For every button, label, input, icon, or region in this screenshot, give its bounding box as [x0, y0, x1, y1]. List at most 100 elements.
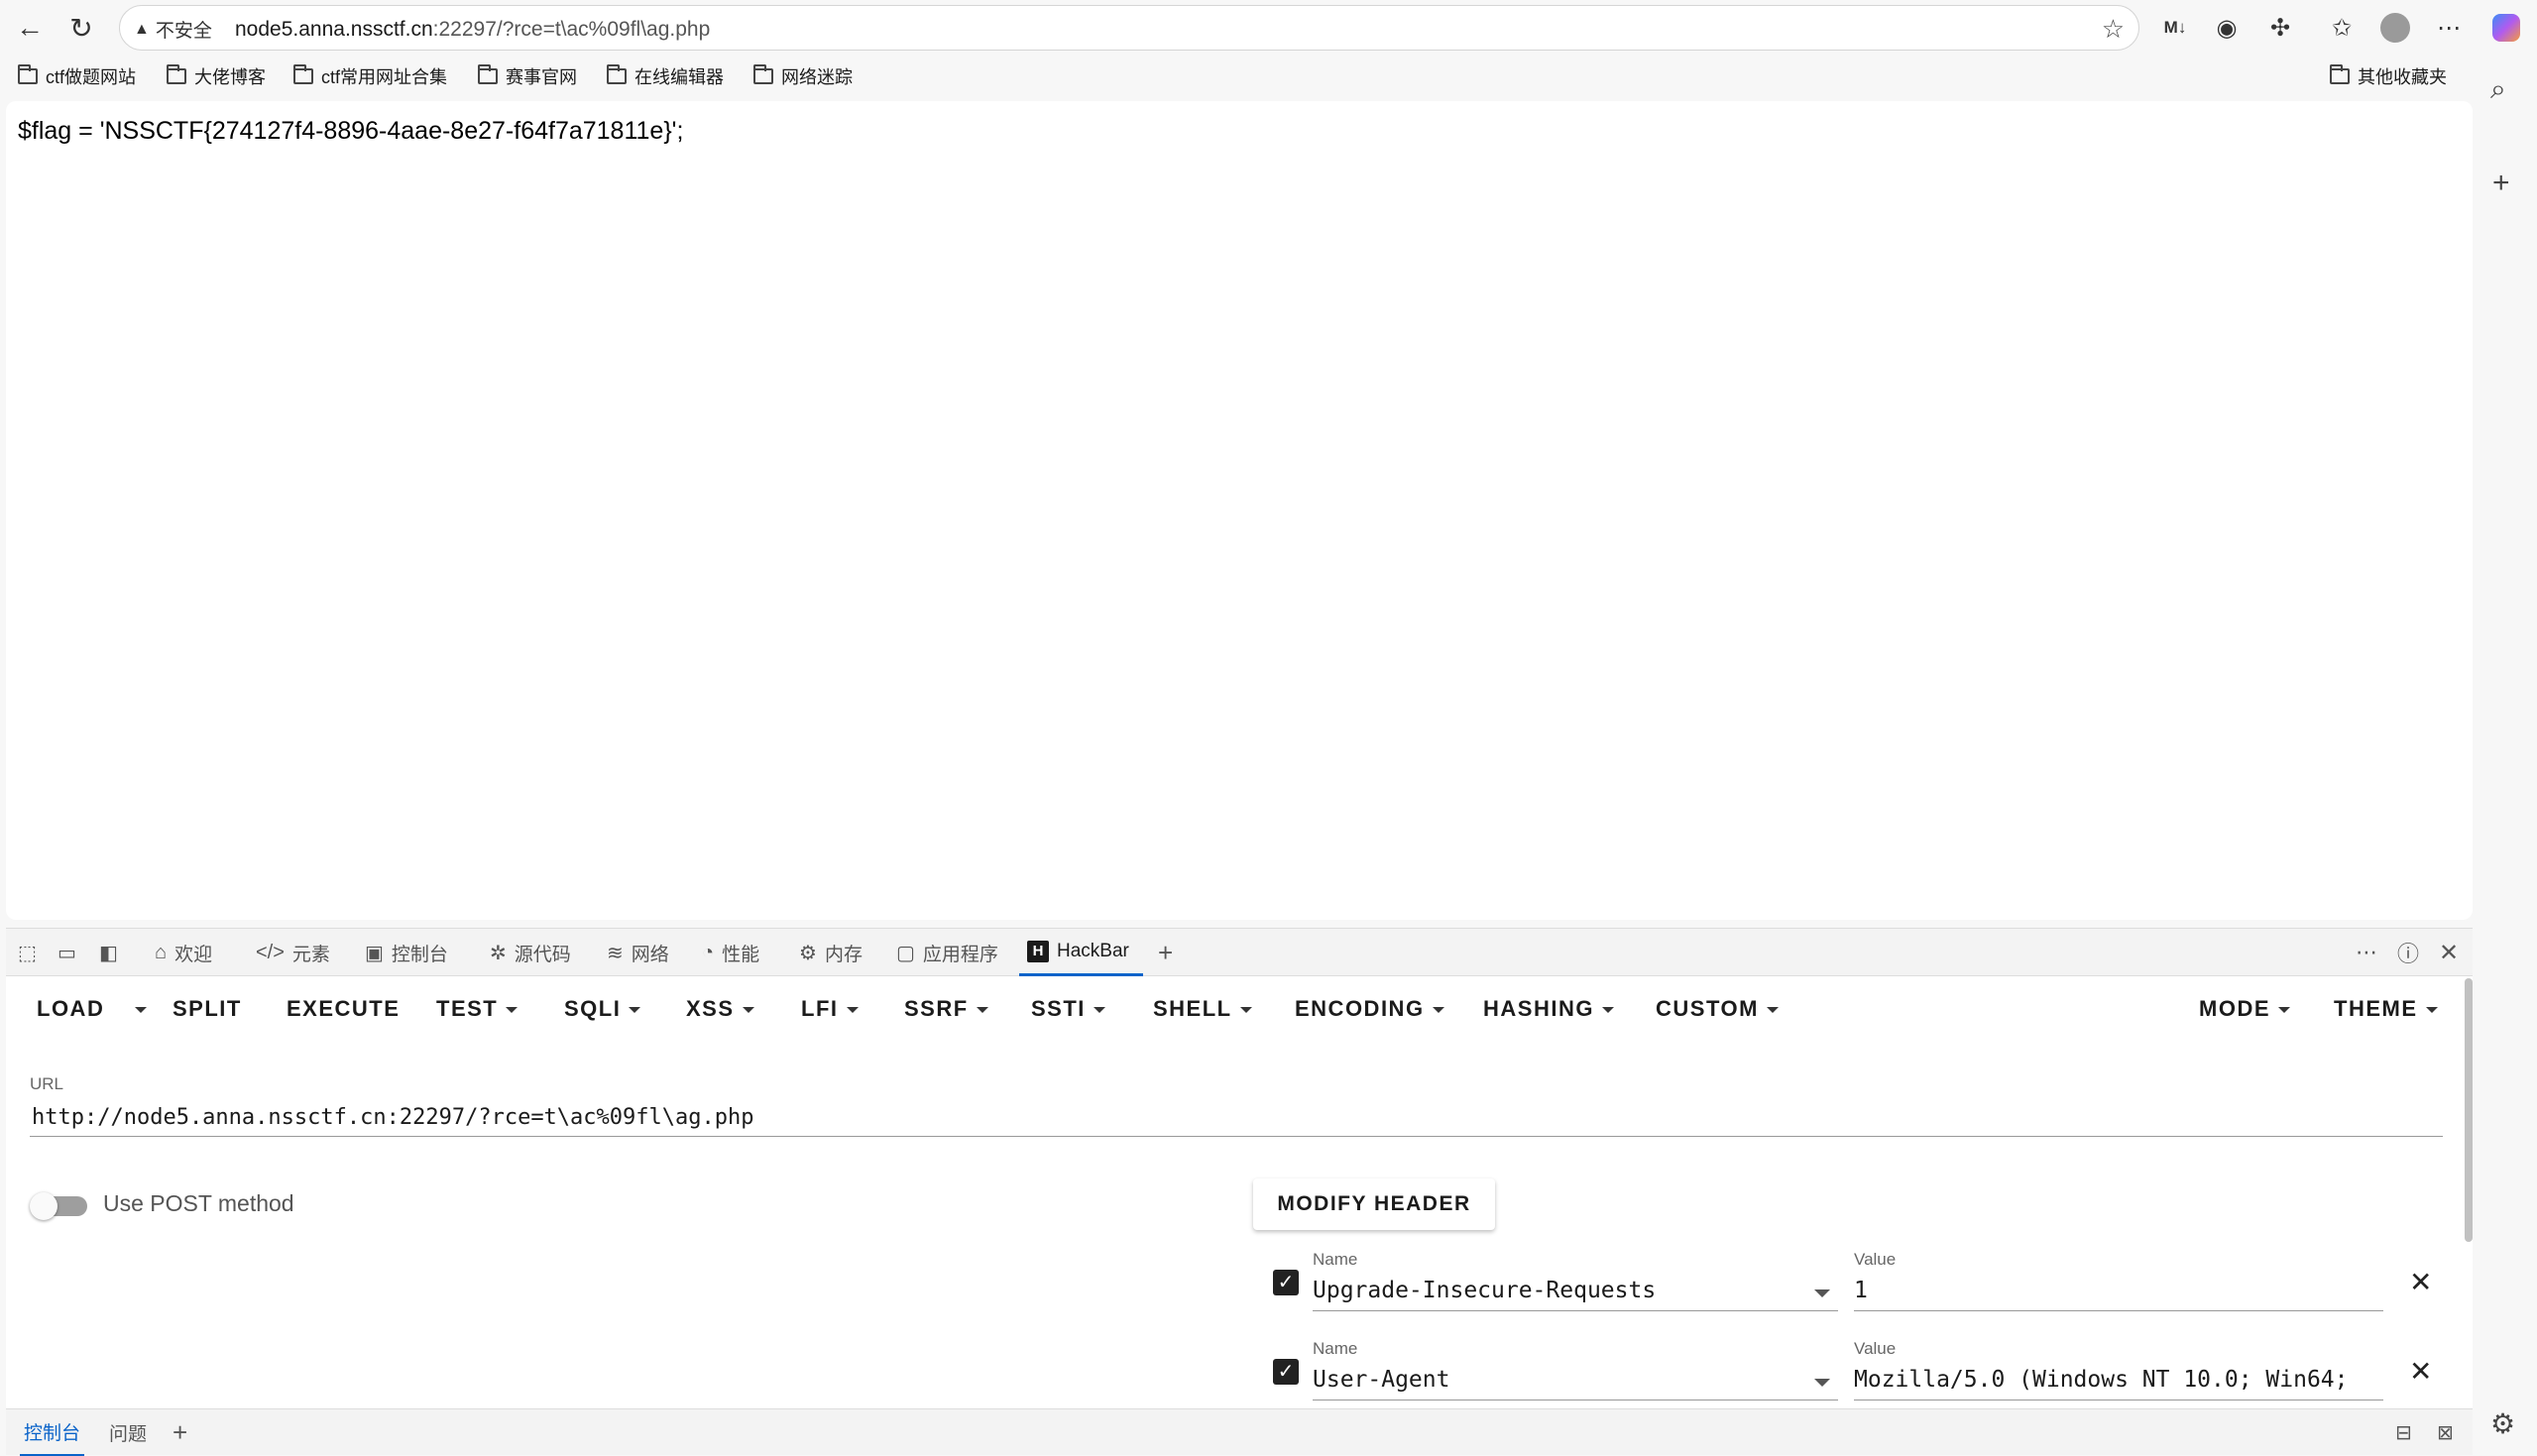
insecure-label: 不安全: [155, 21, 212, 42]
search-icon[interactable]: ⌕: [2490, 73, 2506, 106]
bookmark-folder[interactable]: 大佬博客: [167, 63, 266, 89]
tab-label: 性能: [722, 944, 760, 965]
mode-menu-button[interactable]: MODE: [2199, 996, 2290, 1022]
header-name-select[interactable]: User-Agent: [1313, 1361, 1838, 1400]
drawer-tab-console[interactable]: 控制台: [20, 1409, 85, 1456]
chevron-down-icon: [1093, 1007, 1105, 1014]
tab-application[interactable]: ▢ 应用程序: [896, 929, 998, 976]
dock-side-icon[interactable]: ◧: [99, 929, 118, 976]
execute-button[interactable]: EXECUTE: [287, 996, 400, 1022]
close-devtools-icon[interactable]: ✕: [2439, 929, 2459, 976]
chevron-down-icon[interactable]: [1814, 1289, 1830, 1297]
bookmarks-bar: ctf做题网站 大佬博客 ctf常用网址合集 赛事官网 在线编辑器 网络迷踪 其…: [0, 57, 2537, 97]
device-toolbar-icon[interactable]: ▭: [58, 929, 76, 976]
sqli-menu-button[interactable]: SQLI: [564, 996, 641, 1022]
chevron-down-icon: [846, 1007, 859, 1014]
refresh-icon[interactable]: ↻: [61, 8, 101, 48]
post-method-label: Use POST method: [103, 1190, 294, 1216]
modify-header-button[interactable]: MODIFY HEADER: [1253, 1178, 1495, 1230]
extensions-puzzle-icon[interactable]: ✣: [2262, 10, 2298, 46]
tab-welcome[interactable]: ⌂ 欢迎: [155, 929, 212, 976]
bookmark-folder[interactable]: ctf常用网址合集: [293, 63, 447, 89]
tab-performance[interactable]: ◔ 性能: [702, 929, 759, 976]
bookmark-folder[interactable]: ctf做题网站: [18, 63, 136, 89]
url-field-label: URL: [30, 1074, 64, 1093]
remove-header-icon[interactable]: ✕: [2409, 1266, 2432, 1298]
tab-label: 网络: [631, 944, 669, 965]
chevron-down-icon[interactable]: [1814, 1379, 1830, 1387]
ssrf-menu-button[interactable]: SSRF: [904, 996, 988, 1022]
help-icon[interactable]: ⓘ: [2397, 929, 2419, 976]
home-icon: ⌂: [155, 941, 168, 963]
other-bookmarks-folder[interactable]: 其他收藏夹: [2330, 63, 2447, 89]
header-name-label: Name: [1313, 1250, 1358, 1269]
drawer-tab-issues[interactable]: 问题: [103, 1409, 153, 1456]
hackbar-url-input[interactable]: [30, 1099, 2443, 1137]
toggle-thumb: [30, 1192, 58, 1220]
post-method-toggle[interactable]: [30, 1192, 89, 1220]
more-menu-icon[interactable]: ⋯: [2431, 10, 2467, 46]
header-name-select[interactable]: Upgrade-Insecure-Requests: [1313, 1272, 1838, 1311]
hashing-menu-button[interactable]: HASHING: [1483, 996, 1614, 1022]
dock-drawer-icon[interactable]: ⊟: [2395, 1409, 2412, 1456]
load-dropdown-button[interactable]: [127, 996, 147, 1022]
menu-label: ENCODING: [1295, 996, 1425, 1021]
xss-menu-button[interactable]: XSS: [686, 996, 754, 1022]
settings-gear-icon[interactable]: ⚙: [2490, 1407, 2515, 1440]
shell-menu-button[interactable]: SHELL: [1153, 996, 1252, 1022]
url-path: :22297/?rce=t\ac%09fl\ag.php: [432, 18, 711, 41]
remove-header-icon[interactable]: ✕: [2409, 1355, 2432, 1388]
menu-label: XSS: [686, 996, 735, 1021]
add-icon[interactable]: +: [2492, 167, 2510, 200]
inspect-element-icon[interactable]: ⬚: [18, 929, 37, 976]
profile-avatar-icon[interactable]: [2377, 10, 2413, 46]
tab-network[interactable]: ≋ 网络: [607, 929, 669, 976]
add-tab-icon[interactable]: +: [1158, 929, 1173, 976]
bookmark-folder[interactable]: 网络迷踪: [753, 63, 853, 89]
split-button[interactable]: SPLIT: [173, 996, 242, 1022]
tab-sources[interactable]: ✲ 源代码: [490, 929, 571, 976]
tab-console[interactable]: ▣ 控制台: [365, 929, 448, 976]
bookmark-folder[interactable]: 赛事官网: [478, 63, 577, 89]
drawer-add-icon[interactable]: +: [173, 1409, 187, 1456]
header-value-label: Value: [1854, 1339, 1897, 1358]
bookmark-folder[interactable]: 在线编辑器: [607, 63, 724, 89]
custom-menu-button[interactable]: CUSTOM: [1656, 996, 1779, 1022]
address-bar[interactable]: ▲ 不安全 node5.anna.nssctf.cn:22297/?rce=t\…: [119, 5, 2139, 51]
collapse-drawer-icon[interactable]: ⊠: [2437, 1409, 2454, 1456]
copilot-icon[interactable]: [2488, 10, 2524, 46]
record-icon[interactable]: ◉: [2209, 10, 2245, 46]
encoding-menu-button[interactable]: ENCODING: [1295, 996, 1444, 1022]
header-enabled-checkbox[interactable]: ✓: [1273, 1270, 1299, 1295]
header-row: ✓ Name Upgrade-Insecure-Requests Value 1…: [1265, 1250, 2445, 1319]
favorite-star-icon[interactable]: ☆: [2102, 14, 2125, 45]
folder-icon: [2330, 64, 2350, 84]
ssti-menu-button[interactable]: SSTI: [1031, 996, 1105, 1022]
page-viewport: $flag = 'NSSCTF{274127f4-8896-4aae-8e27-…: [6, 101, 2473, 920]
test-menu-button[interactable]: TEST: [436, 996, 519, 1022]
load-button[interactable]: LOAD: [37, 996, 104, 1022]
header-value-input[interactable]: Mozilla/5.0 (Windows NT 10.0; Win64;: [1854, 1361, 2383, 1400]
lfi-menu-button[interactable]: LFI: [801, 996, 859, 1022]
favorites-icon[interactable]: ✩: [2324, 10, 2360, 46]
folder-icon: [167, 64, 186, 84]
hackbar-scrollbar[interactable]: [2465, 978, 2473, 1242]
more-options-icon[interactable]: ⋯: [2356, 929, 2377, 976]
address-url[interactable]: node5.anna.nssctf.cn:22297/?rce=t\ac%09f…: [235, 18, 710, 42]
menu-label: TEST: [436, 996, 499, 1021]
theme-menu-button[interactable]: THEME: [2334, 996, 2438, 1022]
chevron-down-icon: [1766, 1007, 1779, 1014]
tab-hackbar[interactable]: H HackBar: [1019, 929, 1143, 976]
back-arrow-icon[interactable]: ←: [10, 8, 50, 48]
hackbar-icon: H: [1027, 940, 1049, 962]
header-value-input[interactable]: 1: [1854, 1272, 2383, 1311]
header-row: ✓ Name User-Agent Value Mozilla/5.0 (Win…: [1265, 1339, 2445, 1408]
flag-output: $flag = 'NSSCTF{274127f4-8896-4aae-8e27-…: [18, 117, 684, 145]
header-enabled-checkbox[interactable]: ✓: [1273, 1359, 1299, 1385]
folder-icon: [753, 64, 773, 84]
tab-memory[interactable]: ⚙ 内存: [799, 929, 863, 976]
tab-elements[interactable]: </> 元素: [256, 929, 330, 976]
insecure-badge[interactable]: ▲ 不安全: [134, 16, 212, 43]
extension-md-icon[interactable]: M↓: [2157, 10, 2193, 46]
app-icon: ▢: [896, 942, 915, 964]
